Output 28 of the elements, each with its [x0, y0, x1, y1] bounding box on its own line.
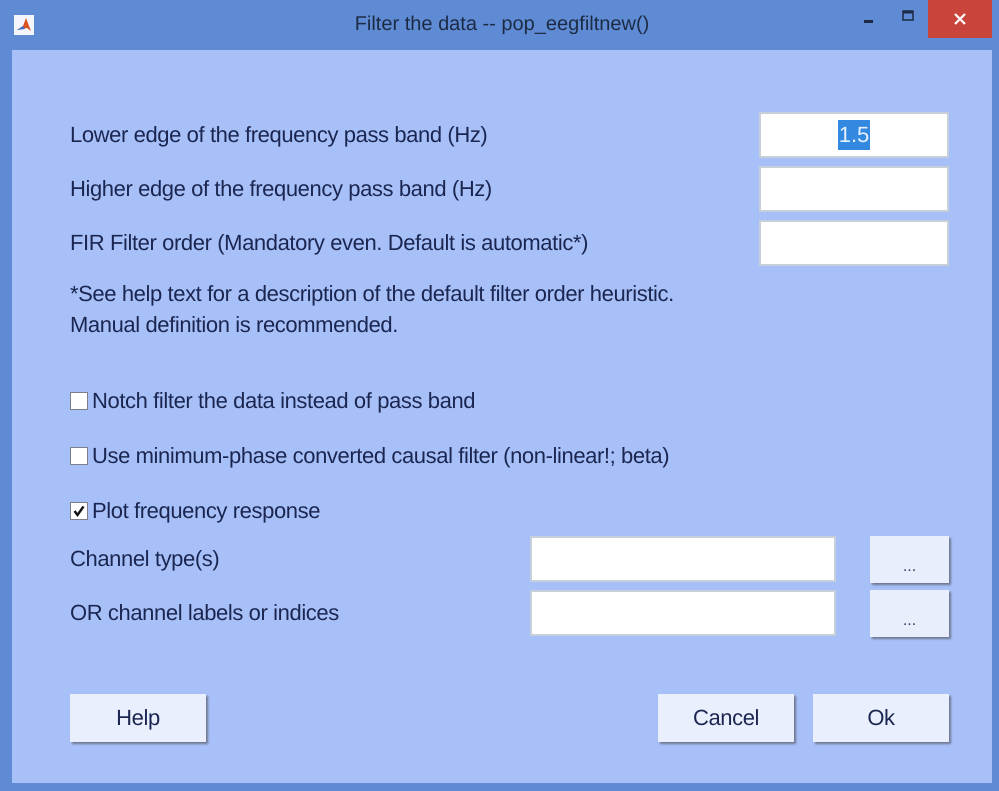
browse-button[interactable]: ... — [870, 536, 949, 582]
checkbox-label: Notch filter the data instead of pass band — [92, 388, 476, 414]
checkbox-label: Use minimum-phase converted causal filter (non-linear!; beta) — [92, 443, 670, 469]
minimize-icon — [864, 20, 872, 22]
app-icon[interactable] — [14, 15, 34, 35]
field-label: FIR Filter order (Mandatory even. Default is automatic*) — [70, 230, 588, 256]
cancel-button[interactable]: Cancel — [658, 694, 794, 742]
checkbox-label: Plot frequency response — [92, 498, 320, 524]
text-field[interactable] — [530, 590, 836, 636]
ok-button[interactable]: Ok — [813, 694, 949, 742]
text-field[interactable] — [759, 220, 949, 266]
close-button[interactable] — [928, 0, 992, 38]
field-label: Channel type(s) — [70, 546, 220, 572]
checkbox[interactable] — [70, 502, 88, 520]
window-title: Filter the data -- pop_eegfiltnew() — [354, 13, 650, 35]
note-text: *See help text for a description of the default filter order heuristic. — [70, 280, 675, 308]
browse-button[interactable]: ... — [870, 590, 949, 636]
checkbox[interactable] — [70, 392, 88, 410]
text-field[interactable] — [530, 536, 836, 582]
field-label: OR channel labels or indices — [70, 600, 340, 626]
close-icon — [953, 12, 967, 26]
help-button[interactable]: Help — [70, 694, 206, 742]
field-label: Lower edge of the frequency pass band (Hz) — [70, 122, 488, 148]
text-field[interactable] — [759, 166, 949, 212]
checkbox[interactable] — [70, 447, 88, 465]
maximize-icon — [902, 10, 914, 22]
field-label: Higher edge of the frequency pass band (Hz) — [70, 176, 492, 202]
note-text: Manual definition is recommended. — [70, 311, 399, 339]
